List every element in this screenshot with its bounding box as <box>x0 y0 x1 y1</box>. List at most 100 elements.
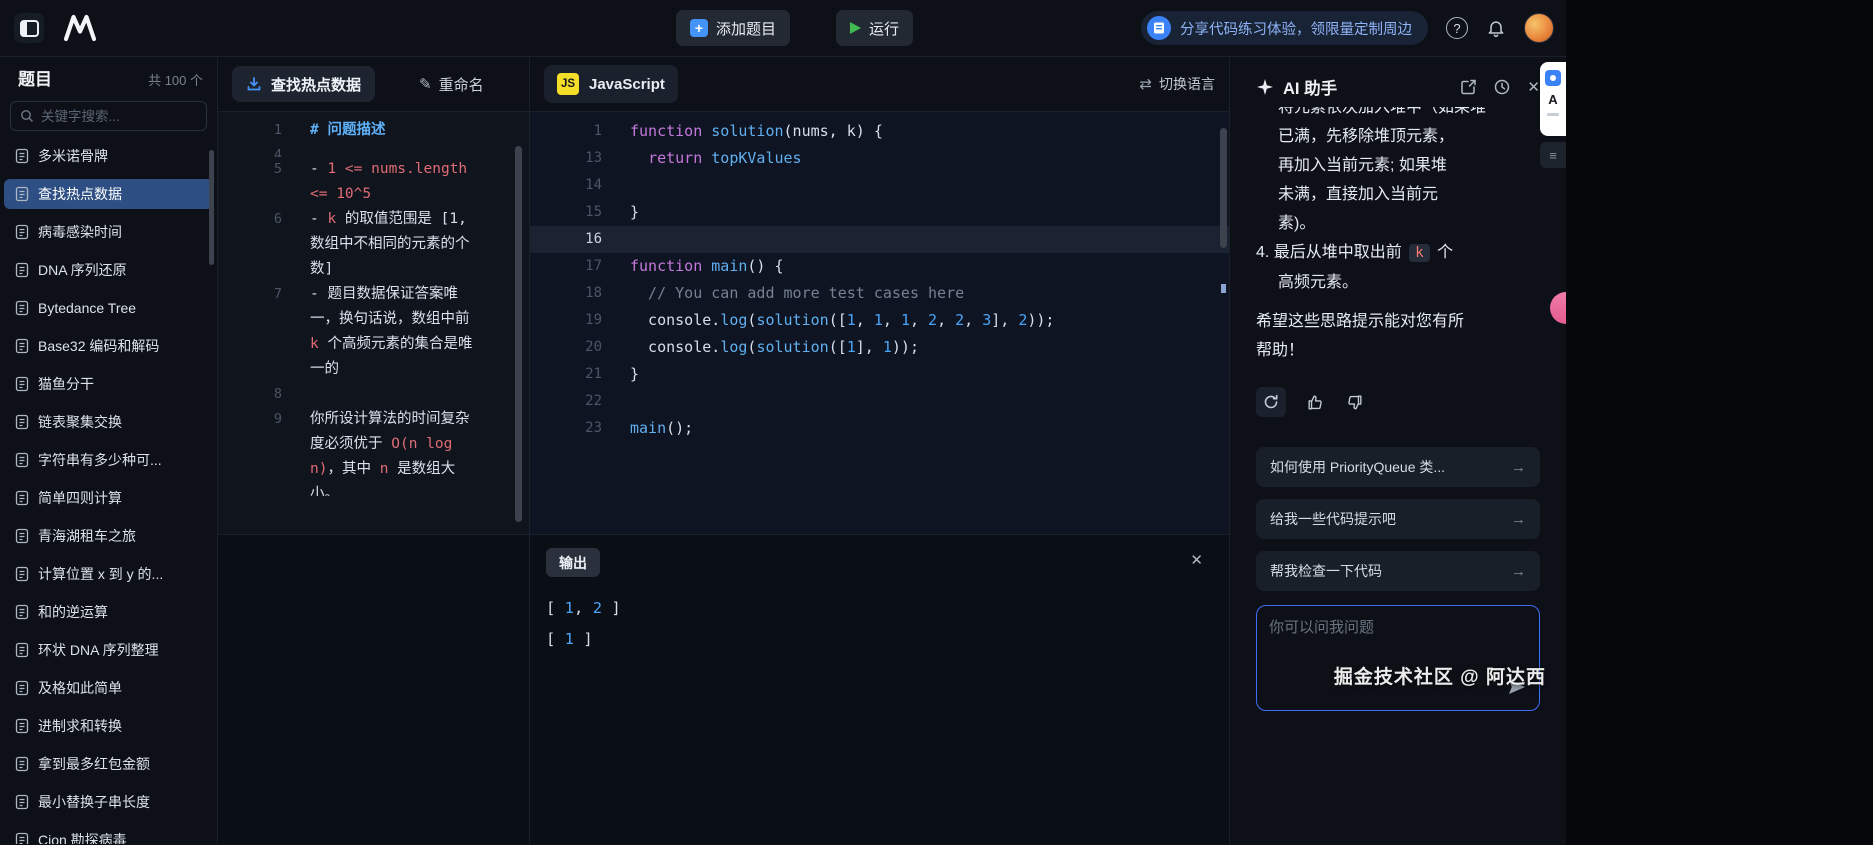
text-segment: [ <box>546 599 565 617</box>
search-input[interactable] <box>41 109 197 124</box>
download-tray-icon <box>246 76 262 92</box>
help-icon[interactable]: ? <box>1446 17 1468 39</box>
language-tab[interactable]: JS JavaScript <box>544 65 678 103</box>
document-icon <box>15 490 29 506</box>
search-box[interactable] <box>10 101 207 131</box>
history-icon[interactable] <box>1493 78 1511 96</box>
description-lines: 1# 问题描述45- 1 <= nums.length <= 10^56- k … <box>218 118 529 496</box>
sidebar-item-problem[interactable]: 计算位置 x 到 y 的... <box>4 559 213 589</box>
output-tab[interactable]: 输出 <box>546 548 600 577</box>
text-segment: ], <box>856 338 883 356</box>
text-segment: 1 <= nums.length <= 10^5 <box>310 161 476 202</box>
code-line[interactable]: 23main(); <box>530 415 1229 442</box>
document-icon <box>15 338 29 354</box>
run-button[interactable]: 运行 <box>836 10 913 46</box>
ai-suggestion-button[interactable]: 帮我检查一下代码→ <box>1256 551 1540 591</box>
sidebar-item-problem[interactable]: 进制求和转换 <box>4 711 213 741</box>
code-editor[interactable]: 1function solution(nums, k) {13 return t… <box>530 112 1229 534</box>
problem-title: 字符串有多少种可... <box>38 450 162 470</box>
text-segment: 2 <box>593 599 602 617</box>
notifications-bell-icon[interactable] <box>1486 18 1506 38</box>
problem-title: 多米诺骨牌 <box>38 146 108 166</box>
sidebar-item-problem[interactable]: Bytedance Tree <box>4 293 213 323</box>
document-icon <box>15 794 29 810</box>
sidebar-item-problem[interactable]: Cion 勘探病毒 <box>4 825 213 844</box>
javascript-icon: JS <box>557 73 579 95</box>
line-text: console.log(solution([1, 1, 1, 2, 2, 3],… <box>630 307 1054 334</box>
line-number: 4 <box>218 143 282 157</box>
ai-assistant-panel: AI 助手 ✕ 将元素依次加入堆中（如果堆已满，先移除堆顶元素，再加入当前元素;… <box>1230 57 1566 844</box>
marscode-logo-icon[interactable] <box>62 14 98 42</box>
code-line[interactable]: 17function main() { <box>530 253 1229 280</box>
code-line-current[interactable]: 16 <box>530 226 1229 253</box>
text-segment: solution <box>756 311 828 329</box>
sidebar-scrollbar[interactable] <box>209 150 214 265</box>
text-segment: , <box>910 311 928 329</box>
code-line[interactable]: 21} <box>530 361 1229 388</box>
editor-scrollbar[interactable] <box>1220 128 1227 248</box>
code-line[interactable]: 19 console.log(solution([1, 1, 1, 2, 2, … <box>530 307 1229 334</box>
rename-button[interactable]: ✎ 重命名 <box>419 74 484 95</box>
description-editor[interactable]: 1# 问题描述45- 1 <= nums.length <= 10^56- k … <box>218 112 529 534</box>
text-segment: [ <box>546 630 565 648</box>
sidebar-item-problem[interactable]: 多米诺骨牌 <box>4 141 213 171</box>
line-number: 9 <box>218 407 282 482</box>
code-lines: 1function solution(nums, k) {13 return t… <box>530 118 1229 442</box>
switch-language-label: 切换语言 <box>1159 74 1215 94</box>
text-segment: log <box>720 311 747 329</box>
sidebar-item-problem[interactable]: 简单四则计算 <box>4 483 213 513</box>
sidebar-item-problem[interactable]: 青海湖租车之旅 <box>4 521 213 551</box>
sidebar-item-problem[interactable]: 及格如此简单 <box>4 673 213 703</box>
line-text: return topKValues <box>630 145 802 172</box>
thumbs-up-icon[interactable] <box>1306 393 1325 412</box>
line-number: 1 <box>218 118 282 143</box>
sidebar-item-problem[interactable]: 最小替换子串长度 <box>4 787 213 817</box>
document-icon <box>15 680 29 696</box>
text-segment: )); <box>1027 311 1054 329</box>
thumbs-down-icon[interactable] <box>1345 393 1364 412</box>
text-segment: 1 <box>565 630 574 648</box>
problem-file-button[interactable]: 查找热点数据 <box>232 66 375 102</box>
switch-language-button[interactable]: ⇄ 切换语言 <box>1139 74 1215 94</box>
code-line[interactable]: 15} <box>530 199 1229 226</box>
ai-suggestion-button[interactable]: 给我一些代码提示吧→ <box>1256 499 1540 539</box>
description-line: 1# 问题描述 <box>218 118 529 143</box>
sidebar-item-problem[interactable]: 拿到最多红包金额 <box>4 749 213 779</box>
line-text: - k 的取值范围是 [1, 数组中不相同的元素的个数] <box>310 207 482 282</box>
close-ai-icon[interactable]: ✕ <box>1527 78 1540 96</box>
user-avatar[interactable] <box>1524 13 1554 43</box>
code-line[interactable]: 20 console.log(solution([1], 1)); <box>530 334 1229 361</box>
regenerate-icon[interactable] <box>1256 387 1286 417</box>
text-segment: ([ <box>829 338 847 356</box>
sidebar-item-problem[interactable]: DNA 序列还原 <box>4 255 213 285</box>
assistant-letter: A <box>1548 93 1557 106</box>
assistant-float-widget[interactable]: A <box>1540 62 1566 136</box>
promo-banner[interactable]: 分享代码练习体验，领限量定制周边 <box>1141 11 1428 45</box>
text-segment: log <box>720 338 747 356</box>
app-logo-icon[interactable] <box>14 13 44 43</box>
sidebar-item-problem[interactable]: 环状 DNA 序列整理 <box>4 635 213 665</box>
more-tools-float-icon[interactable]: ≡ <box>1540 142 1566 168</box>
sidebar-item-problem[interactable]: 字符串有多少种可... <box>4 445 213 475</box>
code-line[interactable]: 18 // You can add more test cases here <box>530 280 1229 307</box>
sidebar-item-problem[interactable]: 和的逆运算 <box>4 597 213 627</box>
sidebar-item-problem[interactable]: Base32 编码和解码 <box>4 331 213 361</box>
sidebar-item-problem[interactable]: 病毒感染时间 <box>4 217 213 247</box>
sidebar-item-problem[interactable]: 猫鱼分干 <box>4 369 213 399</box>
sidebar-item-problem[interactable]: 查找热点数据 <box>4 179 213 209</box>
output-line: [ 1 ] <box>546 624 1213 655</box>
code-line[interactable]: 1function solution(nums, k) { <box>530 118 1229 145</box>
description-scrollbar[interactable] <box>515 146 522 522</box>
code-line[interactable]: 22 <box>530 388 1229 415</box>
sidebar-item-problem[interactable]: 链表聚集交换 <box>4 407 213 437</box>
ai-suggestion-button[interactable]: 如何使用 PriorityQueue 类...→ <box>1256 447 1540 487</box>
code-line[interactable]: 13 return topKValues <box>530 145 1229 172</box>
topbar-right: 分享代码练习体验，领限量定制周边 ? <box>1141 11 1566 45</box>
text-segment: 素)。 <box>1278 215 1315 232</box>
line-number: 6 <box>218 207 282 282</box>
close-output-icon[interactable]: ✕ <box>1190 551 1203 569</box>
ai-input-box[interactable] <box>1256 605 1540 711</box>
share-conversation-icon[interactable] <box>1459 78 1477 96</box>
code-line[interactable]: 14 <box>530 172 1229 199</box>
add-problem-button[interactable]: + 添加题目 <box>676 10 790 46</box>
